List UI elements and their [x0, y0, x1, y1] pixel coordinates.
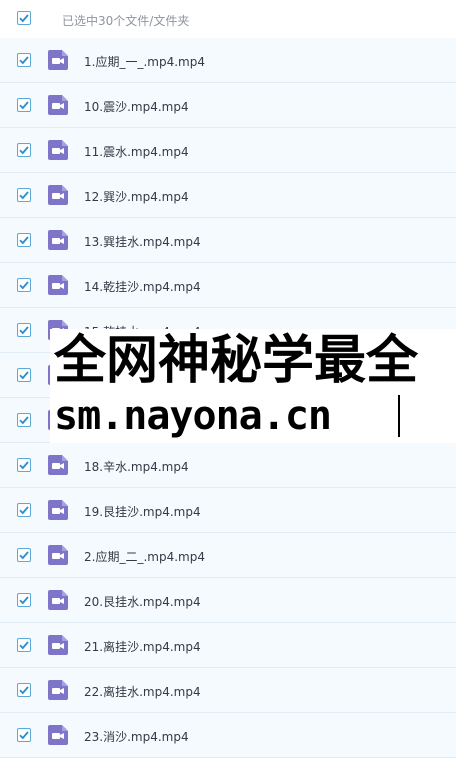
selection-header: 已选中30个文件/文件夹 — [0, 0, 456, 38]
video-file-icon — [47, 139, 69, 161]
checkmark-icon — [19, 146, 29, 155]
checkmark-icon — [19, 641, 29, 650]
file-checkbox[interactable] — [17, 368, 31, 382]
file-row[interactable]: 2.应期_二_.mp4.mp4 — [0, 533, 456, 578]
video-file-icon — [47, 184, 69, 206]
checkmark-icon — [19, 236, 29, 245]
file-checkbox[interactable] — [17, 53, 31, 67]
video-file-icon — [47, 679, 69, 701]
video-file-icon — [47, 94, 69, 116]
checkmark-icon — [19, 101, 29, 110]
file-name[interactable]: 10.震沙.mp4.mp4 — [84, 98, 189, 115]
file-checkbox[interactable] — [17, 683, 31, 697]
text-cursor — [398, 395, 400, 437]
watermark-overlay: 全网神秘学最全 sm.nayona.cn — [50, 329, 456, 443]
file-checkbox[interactable] — [17, 98, 31, 112]
file-checkbox[interactable] — [17, 593, 31, 607]
file-checkbox[interactable] — [17, 503, 31, 517]
file-name[interactable]: 1.应期_一_.mp4.mp4 — [84, 53, 205, 70]
video-file-icon — [47, 499, 69, 521]
video-file-icon — [47, 544, 69, 566]
file-checkbox[interactable] — [17, 413, 31, 427]
checkmark-icon — [19, 551, 29, 560]
file-name[interactable]: 19.艮挂沙.mp4.mp4 — [84, 503, 201, 520]
file-name[interactable]: 12.巽沙.mp4.mp4 — [84, 188, 189, 205]
file-row[interactable]: 10.震沙.mp4.mp4 — [0, 83, 456, 128]
checkmark-icon — [19, 371, 29, 380]
checkmark-icon — [19, 686, 29, 695]
file-row[interactable]: 21.离挂沙.mp4.mp4 — [0, 623, 456, 668]
checkmark-icon — [19, 56, 29, 65]
file-row[interactable]: 23.消沙.mp4.mp4 — [0, 713, 456, 758]
file-checkbox[interactable] — [17, 143, 31, 157]
file-checkbox[interactable] — [17, 188, 31, 202]
file-row[interactable]: 22.离挂水.mp4.mp4 — [0, 668, 456, 713]
selection-count-label: 已选中30个文件/文件夹 — [62, 14, 190, 28]
checkmark-icon — [19, 326, 29, 335]
checkmark-icon — [19, 14, 29, 23]
file-row[interactable]: 12.巽沙.mp4.mp4 — [0, 173, 456, 218]
video-file-icon — [47, 724, 69, 746]
video-file-icon — [47, 454, 69, 476]
file-row[interactable]: 19.艮挂沙.mp4.mp4 — [0, 488, 456, 533]
file-checkbox[interactable] — [17, 638, 31, 652]
checkmark-icon — [19, 506, 29, 515]
checkmark-icon — [19, 596, 29, 605]
file-checkbox[interactable] — [17, 548, 31, 562]
file-name[interactable]: 14.乾挂沙.mp4.mp4 — [84, 278, 201, 295]
file-row[interactable]: 11.震水.mp4.mp4 — [0, 128, 456, 173]
file-row[interactable]: 18.辛水.mp4.mp4 — [0, 443, 456, 488]
file-name[interactable]: 23.消沙.mp4.mp4 — [84, 728, 189, 745]
file-checkbox[interactable] — [17, 278, 31, 292]
file-name[interactable]: 13.巽挂水.mp4.mp4 — [84, 233, 201, 250]
video-file-icon — [47, 49, 69, 71]
file-name[interactable]: 20.艮挂水.mp4.mp4 — [84, 593, 201, 610]
file-checkbox[interactable] — [17, 728, 31, 742]
video-file-icon — [47, 634, 69, 656]
file-checkbox[interactable] — [17, 458, 31, 472]
checkmark-icon — [19, 731, 29, 740]
watermark-title: 全网神秘学最全 — [54, 331, 419, 391]
video-file-icon — [47, 229, 69, 251]
select-all-checkbox[interactable] — [17, 11, 31, 25]
file-row[interactable]: 14.乾挂沙.mp4.mp4 — [0, 263, 456, 308]
file-row[interactable]: 1.应期_一_.mp4.mp4 — [0, 38, 456, 83]
checkmark-icon — [19, 416, 29, 425]
file-name[interactable]: 21.离挂沙.mp4.mp4 — [84, 638, 201, 655]
file-row[interactable]: 13.巽挂水.mp4.mp4 — [0, 218, 456, 263]
file-name[interactable]: 2.应期_二_.mp4.mp4 — [84, 548, 205, 565]
checkmark-icon — [19, 191, 29, 200]
video-file-icon — [47, 274, 69, 296]
file-name[interactable]: 11.震水.mp4.mp4 — [84, 143, 189, 160]
watermark-url: sm.nayona.cn — [54, 393, 332, 439]
file-checkbox[interactable] — [17, 233, 31, 247]
file-name[interactable]: 22.离挂水.mp4.mp4 — [84, 683, 201, 700]
video-file-icon — [47, 589, 69, 611]
file-checkbox[interactable] — [17, 323, 31, 337]
checkmark-icon — [19, 461, 29, 470]
file-row[interactable]: 20.艮挂水.mp4.mp4 — [0, 578, 456, 623]
checkmark-icon — [19, 281, 29, 290]
file-name[interactable]: 18.辛水.mp4.mp4 — [84, 458, 189, 475]
